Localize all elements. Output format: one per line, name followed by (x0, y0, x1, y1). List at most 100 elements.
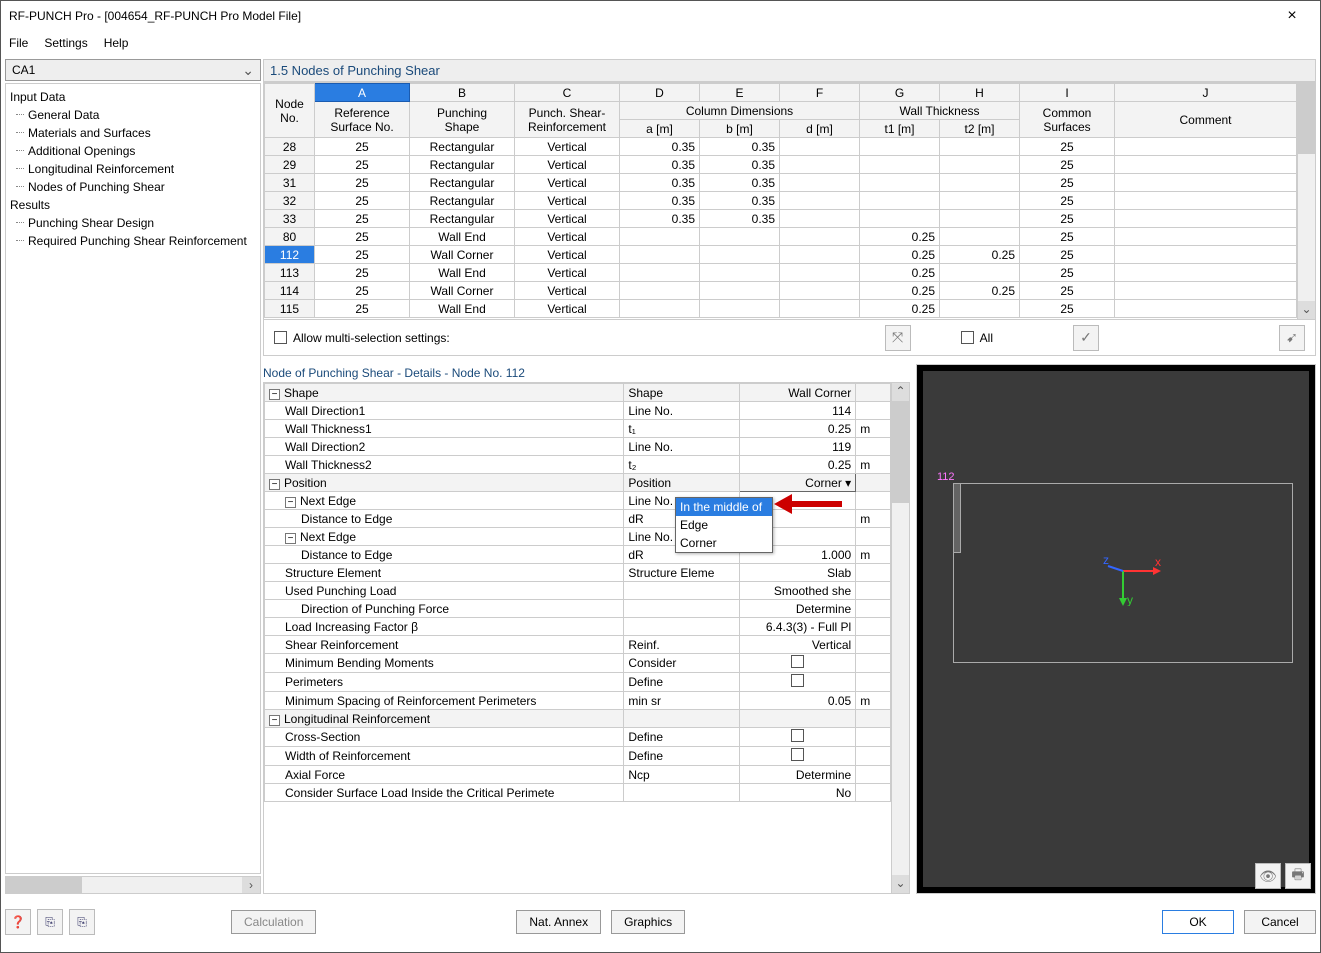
cell[interactable] (620, 228, 700, 246)
cell[interactable]: Rectangular (410, 138, 515, 156)
cell[interactable]: Vertical (515, 138, 620, 156)
cell[interactable]: 25 (1020, 138, 1115, 156)
cell[interactable] (1115, 282, 1297, 300)
cell[interactable]: Wall Corner (410, 246, 515, 264)
cell[interactable]: 0.35 (620, 156, 700, 174)
tree-longitudinal[interactable]: Longitudinal Reinforcement (6, 160, 260, 178)
cell[interactable]: 25 (1020, 174, 1115, 192)
col-node-no[interactable]: NodeNo. (265, 84, 315, 138)
tree-openings[interactable]: Additional Openings (6, 142, 260, 160)
cell[interactable]: 28 (265, 138, 315, 156)
cell[interactable]: Vertical (515, 174, 620, 192)
tree-design[interactable]: Punching Shear Design (6, 214, 260, 232)
cell[interactable]: 25 (315, 156, 410, 174)
cell[interactable]: 25 (315, 264, 410, 282)
cell[interactable] (780, 246, 860, 264)
cell[interactable] (940, 210, 1020, 228)
cell[interactable]: Vertical (515, 210, 620, 228)
cell[interactable] (1115, 228, 1297, 246)
details-vscroll[interactable]: ⌃⌄ (891, 383, 909, 893)
cell[interactable]: 0.25 (860, 228, 940, 246)
detail-row[interactable]: Wall Thickness2t₂0.25m (265, 456, 891, 474)
detail-row[interactable]: PerimetersDefine (265, 673, 891, 692)
cell[interactable] (700, 264, 780, 282)
detail-row[interactable]: −Next EdgeLine No. (265, 528, 891, 546)
detail-row[interactable]: Wall Direction2Line No.119 (265, 438, 891, 456)
cell[interactable] (940, 174, 1020, 192)
cell[interactable]: 113 (265, 264, 315, 282)
tree-general-data[interactable]: General Data (6, 106, 260, 124)
print-icon[interactable]: 🖶 (1285, 863, 1311, 889)
detail-row[interactable]: −PositionPositionCorner ▾ (265, 474, 891, 492)
table-row[interactable]: 8025Wall EndVertical0.2525 (265, 228, 1297, 246)
table-row[interactable]: 2925RectangularVertical0.350.3525 (265, 156, 1297, 174)
cell[interactable]: 25 (315, 210, 410, 228)
cell[interactable] (700, 282, 780, 300)
tree-materials[interactable]: Materials and Surfaces (6, 124, 260, 142)
cell[interactable]: 114 (265, 282, 315, 300)
detail-row[interactable]: Width of ReinforcementDefine (265, 747, 891, 766)
cell[interactable] (1115, 210, 1297, 228)
col-C[interactable]: C (515, 84, 620, 102)
cell[interactable] (940, 300, 1020, 318)
cell[interactable] (620, 246, 700, 264)
detail-row[interactable]: Shear ReinforcementReinf.Vertical (265, 636, 891, 654)
detail-row[interactable]: Direction of Punching ForceDetermine (265, 600, 891, 618)
cell[interactable]: Vertical (515, 300, 620, 318)
cell[interactable] (1115, 264, 1297, 282)
cell[interactable]: 31 (265, 174, 315, 192)
tree-input-data[interactable]: Input Data (6, 88, 260, 106)
col-F[interactable]: F (780, 84, 860, 102)
cell[interactable] (780, 264, 860, 282)
menu-file[interactable]: File (9, 36, 28, 50)
cell[interactable] (860, 192, 940, 210)
cell[interactable] (700, 246, 780, 264)
multisel-check[interactable]: Allow multi-selection settings: (274, 331, 450, 345)
cell[interactable]: 0.25 (940, 282, 1020, 300)
cell[interactable]: 25 (1020, 192, 1115, 210)
col-I[interactable]: I (1020, 84, 1115, 102)
cell[interactable]: 25 (315, 246, 410, 264)
cell[interactable]: Rectangular (410, 174, 515, 192)
cell[interactable]: 0.35 (700, 138, 780, 156)
cell[interactable] (620, 264, 700, 282)
cell[interactable] (780, 174, 860, 192)
cell[interactable] (780, 138, 860, 156)
cell[interactable] (620, 282, 700, 300)
cell[interactable] (1115, 192, 1297, 210)
cell[interactable]: 0.35 (620, 210, 700, 228)
case-combo[interactable]: CA1 (5, 59, 261, 81)
help-icon[interactable]: ❓ (5, 909, 31, 935)
table-row[interactable]: 11325Wall EndVertical0.2525 (265, 264, 1297, 282)
cell[interactable]: 0.25 (860, 282, 940, 300)
cell[interactable]: Vertical (515, 264, 620, 282)
cell[interactable]: 25 (1020, 264, 1115, 282)
cell[interactable]: 32 (265, 192, 315, 210)
cell[interactable] (860, 138, 940, 156)
table-row[interactable]: 3225RectangularVertical0.350.3525 (265, 192, 1297, 210)
detail-row[interactable]: Load Increasing Factor β6.4.3(3) - Full … (265, 618, 891, 636)
cell[interactable]: Wall Corner (410, 282, 515, 300)
all-check[interactable]: All (961, 331, 993, 345)
pick-icon[interactable]: ⤧ (885, 325, 911, 351)
cell[interactable] (1115, 156, 1297, 174)
detail-row[interactable]: Minimum Bending MomentsConsider (265, 654, 891, 673)
cell[interactable]: Wall End (410, 264, 515, 282)
cell[interactable]: 80 (265, 228, 315, 246)
ok-button[interactable]: OK (1162, 910, 1234, 934)
cell[interactable]: 25 (1020, 246, 1115, 264)
dropdown-opt-edge[interactable]: Edge (676, 516, 772, 534)
cell[interactable]: 0.35 (700, 156, 780, 174)
col-D[interactable]: D (620, 84, 700, 102)
cell[interactable] (780, 300, 860, 318)
col-E[interactable]: E (700, 84, 780, 102)
detail-row[interactable]: Wall Direction1Line No.114 (265, 402, 891, 420)
cell[interactable] (940, 156, 1020, 174)
cell[interactable]: Vertical (515, 228, 620, 246)
detail-row[interactable]: Structure ElementStructure ElemeSlab (265, 564, 891, 582)
calculation-button[interactable]: Calculation (231, 910, 316, 934)
graphics-button[interactable]: Graphics (611, 910, 685, 934)
detail-row[interactable]: Wall Thickness1t₁0.25m (265, 420, 891, 438)
cell[interactable]: Vertical (515, 282, 620, 300)
cell[interactable] (1115, 246, 1297, 264)
